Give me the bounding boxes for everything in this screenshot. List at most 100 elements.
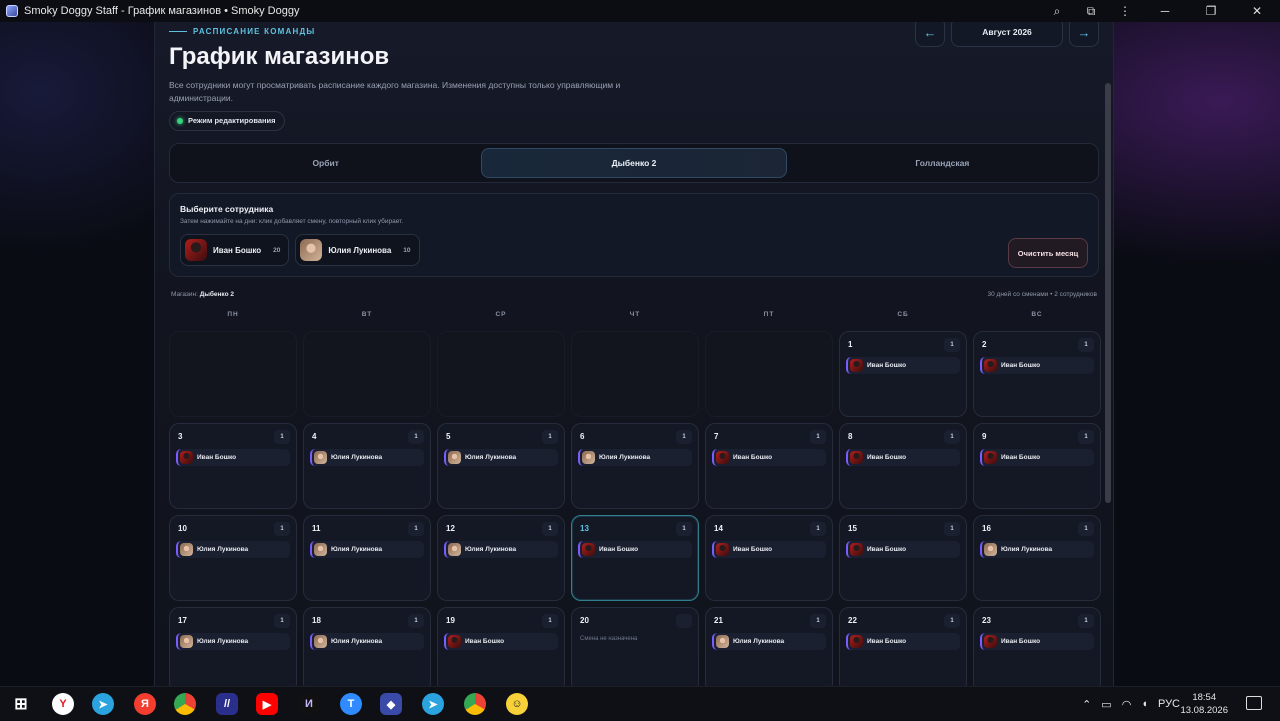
calendar-day-cell[interactable]: 2 1 Иван Бошко [973, 331, 1101, 417]
calendar-day-cell[interactable]: 3 1 Иван Бошко [169, 423, 297, 509]
calendar-day-cell[interactable]: 5 1 Юлия Лукинова [437, 423, 565, 509]
shift-chip[interactable]: Иван Бошко [980, 633, 1094, 650]
taskbar: ⊞ Y ➤ Я // ▶ И T ◆ ➤ ☺ ⌃ ▭ ◠ ◖ РУС 18:54 13.08.202… [0, 686, 1280, 720]
employee-button-yulia[interactable]: Юлия Лукинова 10 [295, 234, 420, 266]
battery-icon[interactable]: ▭ [1101, 698, 1111, 711]
shift-chip[interactable]: Иван Бошко [578, 541, 692, 558]
calendar-day-cell[interactable]: 1 1 Иван Бошко [839, 331, 967, 417]
smoky-doggy-icon[interactable]: ◆ [380, 693, 402, 715]
tab-gollandskaya[interactable]: Голландская [791, 148, 1094, 178]
employee-button-ivan[interactable]: Иван Бошко 20 [180, 234, 290, 266]
shift-chip[interactable]: Иван Бошко [444, 633, 558, 650]
calendar-day-cell[interactable]: 19 1 Иван Бошко [437, 607, 565, 686]
shift-chip[interactable]: Иван Бошко [980, 357, 1094, 374]
ai-app-icon[interactable]: И [298, 693, 320, 715]
month-label[interactable]: Август 2026 [951, 22, 1063, 47]
shift-chip[interactable]: Иван Бошко [846, 357, 960, 374]
employee-picker: Выберите сотрудника Затем нажимайте на д… [169, 193, 1099, 277]
app-icon[interactable]: // [216, 693, 238, 715]
calendar-day-cell[interactable]: 21 1 Юлия Лукинова [705, 607, 833, 686]
calendar-day-cell[interactable]: 18 1 Юлия Лукинова [303, 607, 431, 686]
calendar-day-cell[interactable]: 8 1 Иван Бошко [839, 423, 967, 509]
calendar-day-cell[interactable]: 9 1 Иван Бошко [973, 423, 1101, 509]
shift-count-badge: 1 [542, 430, 558, 444]
shift-count-badge: 1 [944, 338, 960, 352]
prev-month-button[interactable]: ← [915, 22, 945, 47]
calendar-day-cell[interactable]: 20 Смена не назначена [571, 607, 699, 686]
shift-count-badge: 1 [676, 522, 692, 536]
day-number: 23 [982, 616, 991, 625]
shift-chip[interactable]: Юлия Лукинова [444, 541, 558, 558]
shift-chip[interactable]: Иван Бошко [846, 633, 960, 650]
shift-chip[interactable]: Юлия Лукинова [444, 449, 558, 466]
shift-chip[interactable]: Юлия Лукинова [310, 449, 424, 466]
calendar-day-cell[interactable]: 15 1 Иван Бошко [839, 515, 967, 601]
shift-chip[interactable]: Юлия Лукинова [176, 633, 290, 650]
weekday-label: ВС [1031, 311, 1043, 318]
menu-icon[interactable]: ⋮ [1108, 4, 1142, 18]
chevron-up-icon[interactable]: ⌃ [1082, 698, 1091, 711]
shift-chip[interactable]: Юлия Лукинова [176, 541, 290, 558]
calendar-day-cell[interactable]: 22 1 Иван Бошко [839, 607, 967, 686]
calendar-day-cell[interactable]: 4 1 Юлия Лукинова [303, 423, 431, 509]
shift-count-badge: 1 [1078, 522, 1094, 536]
chrome-icon[interactable] [464, 693, 486, 715]
windows-start-icon[interactable]: ⊞ [10, 693, 32, 715]
shift-chip[interactable]: Юлия Лукинова [712, 633, 826, 650]
calendar-day-cell[interactable]: 14 1 Иван Бошко [705, 515, 833, 601]
t-app-icon[interactable]: T [340, 693, 362, 715]
calendar-empty-cell [303, 331, 431, 417]
language-indicator[interactable]: РУС [1158, 698, 1180, 710]
avatar [850, 543, 863, 556]
tab-orbit[interactable]: Орбит [174, 148, 477, 178]
yandex-browser-icon[interactable]: Y [52, 693, 74, 715]
calendar-day-cell[interactable]: 10 1 Юлия Лукинова [169, 515, 297, 601]
avatar [180, 635, 193, 648]
shift-count-badge: 1 [542, 522, 558, 536]
calendar-day-cell[interactable]: 23 1 Иван Бошко [973, 607, 1101, 686]
telegram-icon[interactable]: ➤ [422, 693, 444, 715]
shift-chip[interactable]: Иван Бошко [846, 449, 960, 466]
window-titlebar: Smoky Doggy Staff - График магазинов • S… [0, 0, 1280, 22]
shift-chip[interactable]: Юлия Лукинова [310, 633, 424, 650]
clock[interactable]: 18:54 13.08.2026 [1180, 691, 1228, 717]
maximize-icon[interactable]: ❐ [1188, 4, 1234, 18]
wifi-icon[interactable]: ◠ [1122, 698, 1132, 711]
emoji-app-icon[interactable]: ☺ [506, 693, 528, 715]
close-icon[interactable]: ✕ [1234, 4, 1280, 18]
calendar-day-cell[interactable]: 6 1 Юлия Лукинова [571, 423, 699, 509]
calendar-day-cell[interactable]: 7 1 Иван Бошко [705, 423, 833, 509]
extensions-icon[interactable]: ⧉ [1074, 4, 1108, 19]
shift-chip[interactable]: Иван Бошко [846, 541, 960, 558]
app-logo-icon [6, 5, 18, 17]
shift-chip[interactable]: Иван Бошко [980, 449, 1094, 466]
shift-employee-name: Иван Бошко [465, 638, 505, 645]
shift-chip[interactable]: Юлия Лукинова [980, 541, 1094, 558]
minimize-icon[interactable]: ─ [1142, 4, 1188, 18]
shift-chip[interactable]: Иван Бошко [712, 541, 826, 558]
day-number: 13 [580, 524, 589, 533]
avatar [716, 635, 729, 648]
clear-month-button[interactable]: Очистить месяц [1008, 238, 1088, 268]
calendar-day-cell[interactable]: 11 1 Юлия Лукинова [303, 515, 431, 601]
scrollbar[interactable] [1105, 83, 1111, 503]
yandex-icon[interactable]: Я [134, 693, 156, 715]
shift-chip[interactable]: Иван Бошко [712, 449, 826, 466]
calendar-day-cell[interactable]: 16 1 Юлия Лукинова [973, 515, 1101, 601]
chrome-icon[interactable] [174, 693, 196, 715]
shift-chip[interactable]: Юлия Лукинова [578, 449, 692, 466]
shift-chip[interactable]: Юлия Лукинова [310, 541, 424, 558]
volume-icon[interactable]: ◖ [1141, 698, 1148, 710]
next-month-button[interactable]: → [1069, 22, 1099, 47]
telegram-icon[interactable]: ➤ [92, 693, 114, 715]
notifications-icon[interactable] [1246, 696, 1262, 710]
calendar-day-cell[interactable]: 17 1 Юлия Лукинова [169, 607, 297, 686]
edit-mode-toggle[interactable]: Режим редактирования [169, 111, 285, 131]
day-number: 3 [178, 432, 183, 441]
youtube-icon[interactable]: ▶ [256, 693, 278, 715]
shift-chip[interactable]: Иван Бошко [176, 449, 290, 466]
calendar-day-cell[interactable]: 12 1 Юлия Лукинова [437, 515, 565, 601]
zoom-icon[interactable]: ⌕ [1040, 4, 1074, 19]
calendar-day-cell[interactable]: 13 1 Иван Бошко [571, 515, 699, 601]
tab-dybenko-2[interactable]: Дыбенко 2 [481, 148, 787, 178]
